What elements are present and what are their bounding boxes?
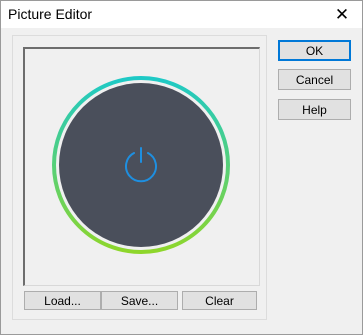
load-button[interactable]: Load...: [24, 291, 101, 310]
title-bar: Picture Editor ✕: [1, 1, 362, 28]
cancel-button[interactable]: Cancel: [278, 69, 351, 90]
close-icon[interactable]: ✕: [322, 1, 362, 28]
picture-disc: [59, 83, 223, 247]
window-title: Picture Editor: [8, 6, 93, 22]
clear-button[interactable]: Clear: [182, 291, 257, 310]
help-button[interactable]: Help: [278, 99, 351, 120]
ok-button[interactable]: OK: [278, 40, 351, 61]
picture-preview: [23, 47, 260, 286]
save-button[interactable]: Save...: [101, 291, 178, 310]
picture-image: [52, 76, 230, 254]
